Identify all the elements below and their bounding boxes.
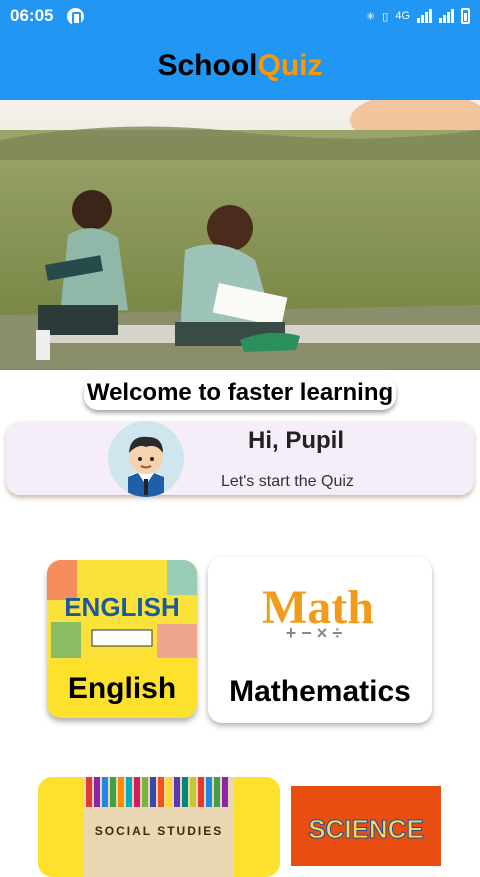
math-symbols-icon: + − × ÷ <box>286 623 343 643</box>
signal-2-icon <box>439 9 454 23</box>
app-title-school: School <box>157 49 258 82</box>
science-image-text: SCIENCE <box>308 814 424 844</box>
english-card[interactable]: ENGLISH English <box>47 560 197 718</box>
math-image: Math + − × ÷ <box>262 581 374 643</box>
science-card[interactable]: SCIENCE <box>291 786 441 866</box>
social-studies-card[interactable]: SOCIAL STUDIES <box>38 777 280 877</box>
greeting-card: Hi, Pupil Let's start the Quiz <box>6 421 474 497</box>
signal-icon <box>417 9 432 23</box>
status-icons: ✳ ▯ 4G <box>366 8 470 24</box>
social-studies-image-text: SOCIAL STUDIES <box>95 824 223 838</box>
english-label: English <box>67 672 177 705</box>
network-type-label: 4G <box>395 10 410 22</box>
status-bar: 06:05 ✳ ▯ 4G <box>0 0 480 32</box>
bluetooth-icon: ✳ <box>366 10 376 23</box>
status-time: 06:05 <box>10 6 54 25</box>
mathematics-card[interactable]: Math + − × ÷ Mathematics <box>208 557 432 723</box>
notification-app-icon <box>67 7 85 25</box>
battery-icon <box>461 8 470 24</box>
english-image: ENGLISH <box>47 560 197 660</box>
vibrate-icon: ▯ <box>382 10 389 23</box>
greeting-subtitle: Let's start the Quiz <box>221 473 354 490</box>
english-image-text: ENGLISH <box>64 592 180 622</box>
hero-image <box>0 100 480 370</box>
app-bar: School Quiz <box>0 32 480 100</box>
welcome-banner: Welcome to faster learning <box>84 376 396 410</box>
greeting-title: Hi, Pupil <box>248 427 344 454</box>
mathematics-label: Mathematics <box>229 675 411 708</box>
avatar <box>108 421 184 497</box>
app-title-quiz: Quiz <box>257 49 323 82</box>
